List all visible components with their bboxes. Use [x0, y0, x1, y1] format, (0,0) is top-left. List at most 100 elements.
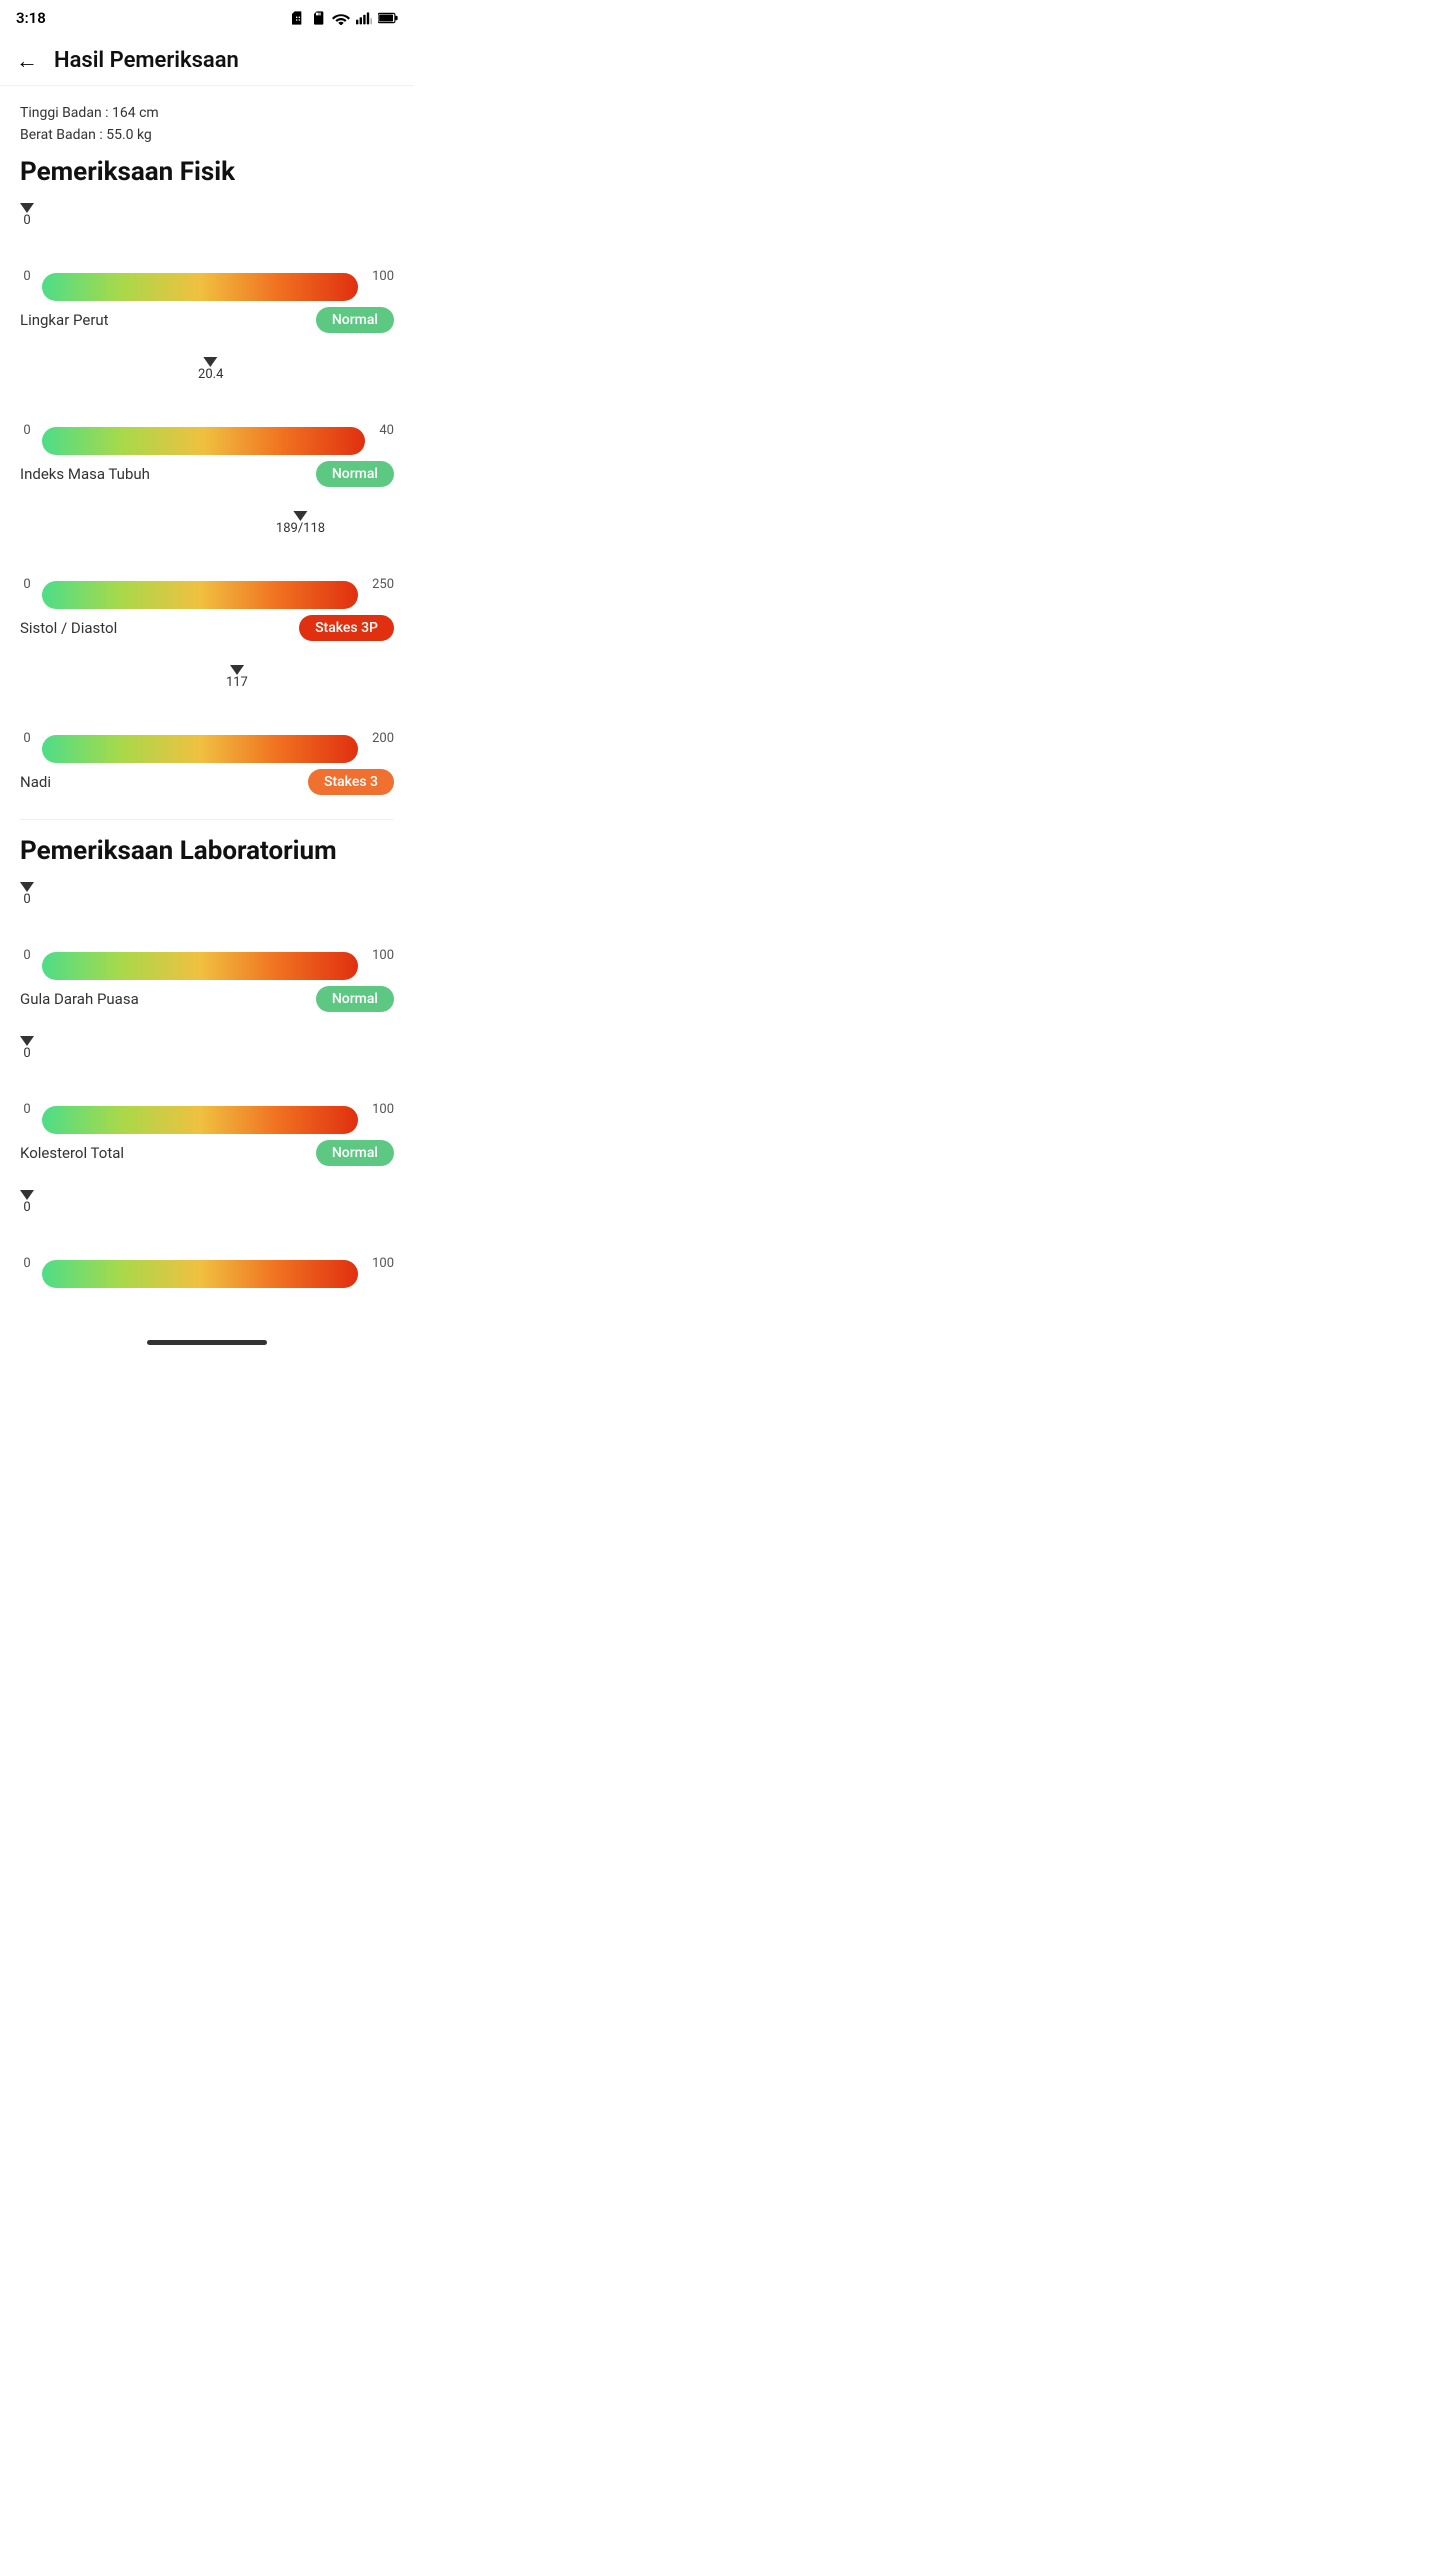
gauge-max-sistol: 250 [372, 577, 394, 592]
indicator-arrow-kolesterol [20, 1036, 34, 1046]
gauge-bar-nadi [42, 735, 358, 763]
gauge-min-kolesterol: 0 [20, 1102, 34, 1117]
section-pemeriksaan-fisik: Pemeriksaan Fisik 0 0 100 [20, 157, 394, 795]
gauge-bar-kolesterol [42, 1106, 358, 1134]
gauge-max-item3: 100 [372, 1256, 394, 1271]
footer-sistol: Sistol / Diastol Stakes 3P [20, 615, 394, 641]
patient-height: Tinggi Badan : 164 cm [20, 102, 394, 124]
indicator-arrow-imt [204, 357, 218, 367]
name-imt: Indeks Masa Tubuh [20, 465, 150, 483]
signal-icon [356, 11, 372, 25]
section-title-fisik: Pemeriksaan Fisik [20, 157, 394, 187]
indicator-value-imt: 20.4 [198, 367, 223, 382]
gauge-indeks-masa-tubuh: 20.4 0 40 [20, 357, 394, 455]
gauge-bar-wrapper-lingkar-perut [42, 253, 358, 301]
name-sistol: Sistol / Diastol [20, 619, 117, 637]
section-title-laboratorium: Pemeriksaan Laboratorium [20, 836, 394, 866]
gauge-bar-imt [42, 427, 365, 455]
gauge-max-nadi: 200 [372, 731, 394, 746]
gauge-max-lingkar-perut: 100 [372, 269, 394, 284]
measurement-sistol-diastol: 189/118 0 250 Sistol / Diastol Stakes 3P [20, 511, 394, 641]
gauge-min-nadi: 0 [20, 731, 34, 746]
badge-gula: Normal [316, 986, 394, 1012]
indicator-arrow-gula [20, 882, 34, 892]
gauge-bar-wrapper-imt [42, 407, 365, 455]
gauge-max-imt: 40 [379, 423, 394, 438]
gauge-bar-sistol [42, 581, 358, 609]
indicator-value-lingkar-perut: 0 [23, 213, 30, 228]
indicator-value-gula: 0 [23, 892, 30, 907]
gauge-gula-darah: 0 0 100 [20, 882, 394, 980]
indicator-value-item3: 0 [23, 1200, 30, 1215]
gauge-bar-gula [42, 952, 358, 980]
gauge-row-sistol: 0 250 [20, 561, 394, 609]
footer-kolesterol: Kolesterol Total Normal [20, 1140, 394, 1166]
gauge-item3: 0 0 100 [20, 1190, 394, 1288]
measurement-kolesterol: 0 0 100 Kolesterol Total Normal [20, 1036, 394, 1166]
status-icons [288, 10, 398, 26]
indicator-arrow-sistol [293, 511, 307, 521]
gauge-bar-lingkar-perut [42, 273, 358, 301]
gauge-bar-item3 [42, 1260, 358, 1288]
measurement-lingkar-perut: 0 0 100 Lingkar Perut Normal [20, 203, 394, 333]
back-button[interactable]: ← [16, 50, 38, 72]
footer-imt: Indeks Masa Tubuh Normal [20, 461, 394, 487]
section-pemeriksaan-laboratorium: Pemeriksaan Laboratorium 0 0 100 [20, 836, 394, 1288]
gauge-min-lingkar-perut: 0 [20, 269, 34, 284]
gauge-row-item3: 0 100 [20, 1240, 394, 1288]
gauge-max-kolesterol: 100 [372, 1102, 394, 1117]
gauge-kolesterol: 0 0 100 [20, 1036, 394, 1134]
name-nadi: Nadi [20, 773, 51, 791]
indicator-value-sistol: 189/118 [276, 521, 325, 536]
badge-nadi: Stakes 3 [308, 769, 394, 795]
gauge-row-imt: 0 40 [20, 407, 394, 455]
gauge-nadi: 117 0 200 [20, 665, 394, 763]
badge-lingkar-perut: Normal [316, 307, 394, 333]
indicator-arrow-nadi [230, 665, 244, 675]
gauge-bar-wrapper-item3 [42, 1240, 358, 1288]
gauge-row-gula: 0 100 [20, 932, 394, 980]
status-bar: 3:18 [0, 0, 414, 36]
gauge-bar-wrapper-nadi [42, 715, 358, 763]
measurement-nadi: 117 0 200 Nadi Stakes 3 [20, 665, 394, 795]
name-lingkar-perut: Lingkar Perut [20, 311, 109, 329]
page-title: Hasil Pemeriksaan [54, 48, 239, 73]
header: ← Hasil Pemeriksaan [0, 36, 414, 86]
sd-icon [310, 10, 326, 26]
badge-kolesterol: Normal [316, 1140, 394, 1166]
measurement-item3: 0 0 100 [20, 1190, 394, 1288]
section-divider [20, 819, 394, 820]
measurement-gula-darah: 0 0 100 Gula Darah Puasa Normal [20, 882, 394, 1012]
footer-gula: Gula Darah Puasa Normal [20, 986, 394, 1012]
home-indicator [147, 1340, 267, 1345]
gauge-row-lingkar-perut: 0 100 [20, 253, 394, 301]
patient-info: Tinggi Badan : 164 cm Berat Badan : 55.0… [20, 102, 394, 147]
content: Tinggi Badan : 164 cm Berat Badan : 55.0… [0, 86, 414, 1328]
measurement-indeks-masa-tubuh: 20.4 0 40 Indeks Masa Tubuh Normal [20, 357, 394, 487]
gauge-row-kolesterol: 0 100 [20, 1086, 394, 1134]
gauge-row-nadi: 0 200 [20, 715, 394, 763]
indicator-value-nadi: 117 [226, 675, 248, 690]
footer-lingkar-perut: Lingkar Perut Normal [20, 307, 394, 333]
name-gula: Gula Darah Puasa [20, 990, 139, 1008]
patient-weight: Berat Badan : 55.0 kg [20, 124, 394, 146]
indicator-arrow-lingkar-perut [20, 203, 34, 213]
gauge-sistol-diastol: 189/118 0 250 [20, 511, 394, 609]
name-kolesterol: Kolesterol Total [20, 1144, 124, 1162]
wifi-icon [332, 11, 350, 25]
badge-imt: Normal [316, 461, 394, 487]
gauge-bar-wrapper-sistol [42, 561, 358, 609]
sim-icon [288, 10, 304, 26]
battery-icon [378, 12, 398, 24]
gauge-min-sistol: 0 [20, 577, 34, 592]
gauge-max-gula: 100 [372, 948, 394, 963]
indicator-value-kolesterol: 0 [23, 1046, 30, 1061]
gauge-lingkar-perut: 0 0 100 [20, 203, 394, 301]
gauge-min-gula: 0 [20, 948, 34, 963]
badge-sistol: Stakes 3P [299, 615, 394, 641]
gauge-min-item3: 0 [20, 1256, 34, 1271]
footer-nadi: Nadi Stakes 3 [20, 769, 394, 795]
gauge-min-imt: 0 [20, 423, 34, 438]
gauge-bar-wrapper-kolesterol [42, 1086, 358, 1134]
indicator-arrow-item3 [20, 1190, 34, 1200]
